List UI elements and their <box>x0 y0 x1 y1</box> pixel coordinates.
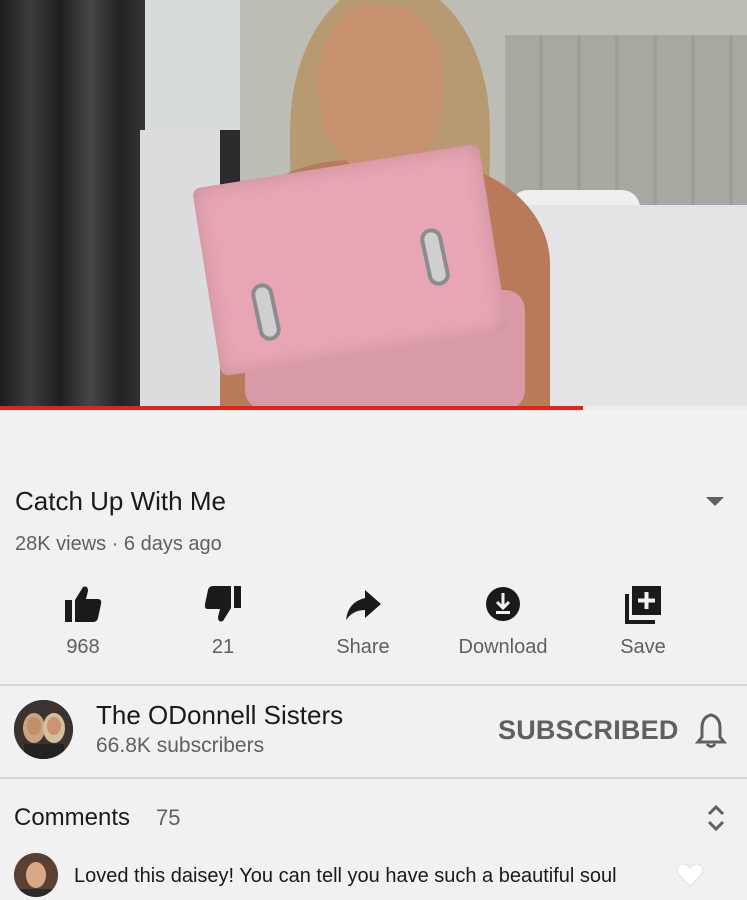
comment-text: Loved this daisey! You can tell you have… <box>74 865 617 887</box>
video-progress-bar[interactable] <box>0 406 747 410</box>
divider <box>0 777 747 779</box>
like-count: 968 <box>66 636 100 658</box>
save-button[interactable]: Save <box>573 578 713 668</box>
divider <box>0 684 747 686</box>
share-button[interactable]: Share <box>293 578 433 668</box>
dislike-button[interactable]: 21 <box>153 578 293 668</box>
channel-name[interactable]: The ODonnell Sisters <box>96 700 343 731</box>
like-button[interactable]: 968 <box>13 578 153 668</box>
video-player[interactable] <box>0 0 747 410</box>
download-icon <box>486 587 520 621</box>
video-frame-window <box>145 0 240 130</box>
channel-avatar[interactable] <box>14 700 73 759</box>
notification-bell-icon[interactable] <box>694 711 728 749</box>
white-heart-emoji-icon <box>676 863 704 887</box>
add-to-playlist-icon <box>625 586 661 624</box>
action-row: 968 21 Share Download Save <box>0 578 747 668</box>
commenter-avatar[interactable] <box>14 853 58 897</box>
expand-collapse-icon[interactable] <box>704 800 728 836</box>
comments-count: 75 <box>156 805 181 830</box>
share-icon <box>346 590 381 620</box>
subscriber-count: 66.8K subscribers <box>96 734 265 757</box>
video-progress-fill <box>0 406 583 410</box>
expand-description-icon[interactable] <box>706 497 724 506</box>
comments-heading[interactable]: Comments <box>14 804 130 832</box>
save-label: Save <box>620 636 666 658</box>
download-label: Download <box>458 636 548 658</box>
video-frame-face <box>318 5 443 175</box>
dislike-count: 21 <box>211 636 235 658</box>
channel-avatar-image <box>14 700 73 759</box>
share-label: Share <box>336 636 390 658</box>
video-title: Catch Up With Me <box>15 486 226 516</box>
thumbs-up-icon <box>65 586 102 622</box>
video-frame-curtain <box>0 0 150 410</box>
subscribed-button[interactable]: SUBSCRIBED <box>498 715 679 746</box>
thumbs-down-icon <box>204 586 241 622</box>
video-meta: 28K views · 6 days ago <box>15 533 222 555</box>
commenter-avatar-image <box>14 853 58 897</box>
download-button[interactable]: Download <box>433 578 573 668</box>
